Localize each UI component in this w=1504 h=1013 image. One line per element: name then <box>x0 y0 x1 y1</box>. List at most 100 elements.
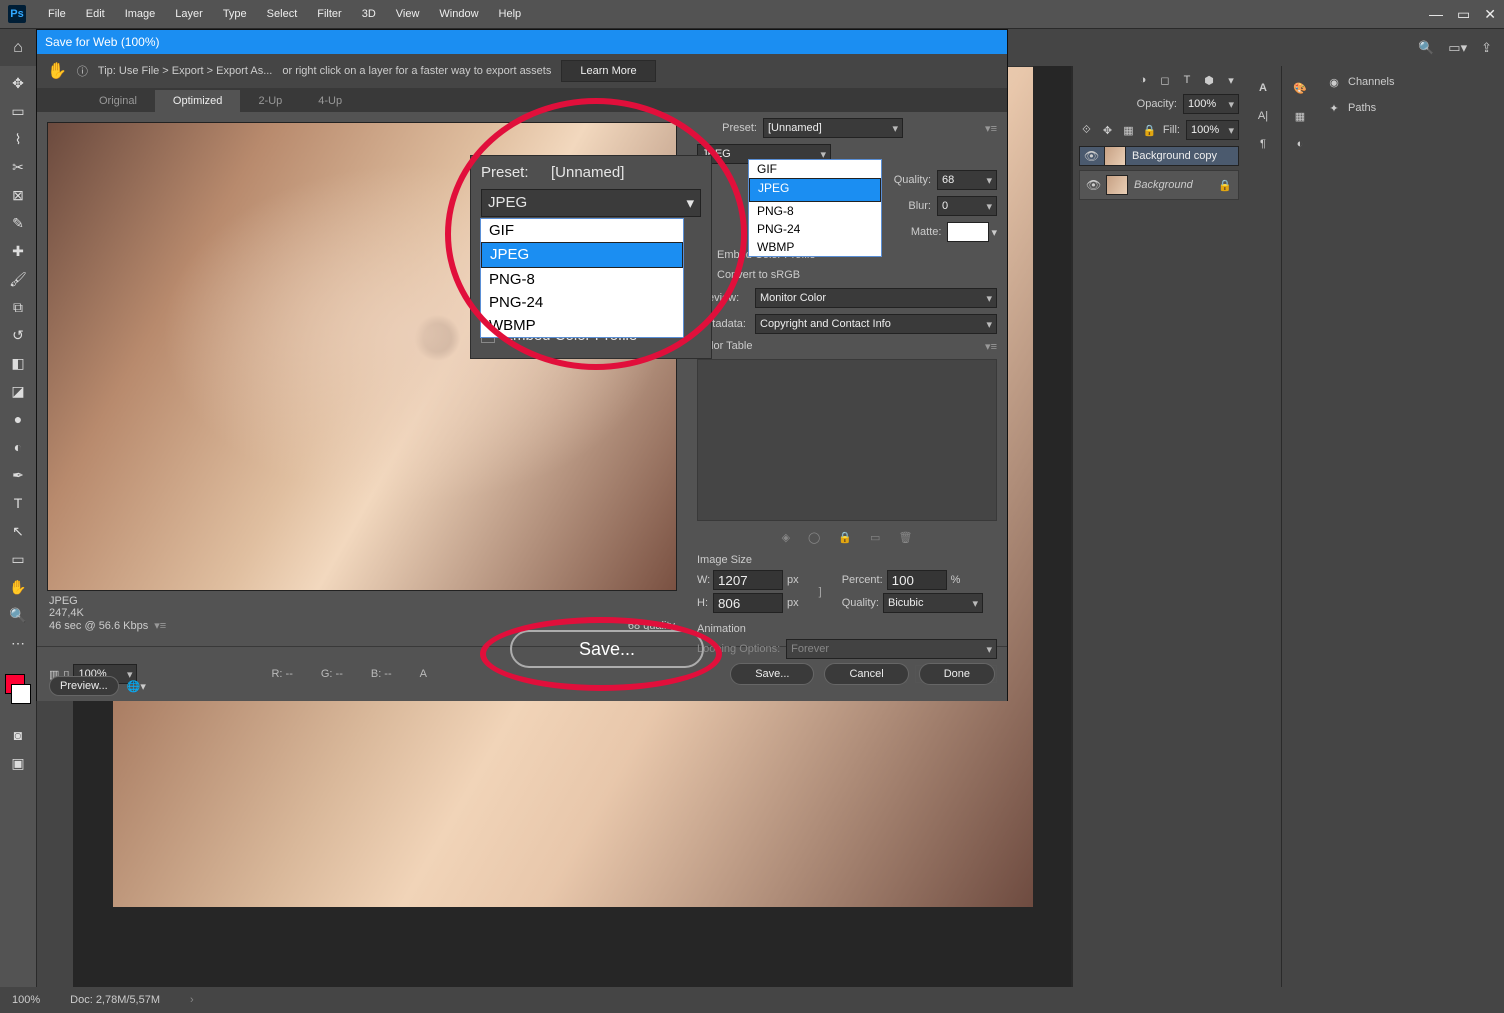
type-opts-icon[interactable]: T <box>1179 72 1195 88</box>
pixel-lock-icon[interactable]: ▦ <box>1121 122 1136 138</box>
menu-type[interactable]: Type <box>213 8 257 20</box>
channels-icon[interactable]: ◉ <box>1326 74 1342 90</box>
inset-format-option[interactable]: PNG-24 <box>481 291 683 314</box>
format-option[interactable]: GIF <box>749 160 881 178</box>
inset-format-option[interactable]: WBMP <box>481 314 683 337</box>
resample-select[interactable]: Bicubic▾ <box>883 593 983 613</box>
menu-file[interactable]: File <box>38 8 76 20</box>
arrange-icon[interactable]: ▭▾ <box>1448 40 1467 56</box>
path-tool-icon[interactable]: ↖ <box>6 520 30 542</box>
paths-label[interactable]: Paths <box>1348 102 1376 114</box>
tab-optimized[interactable]: Optimized <box>155 90 241 112</box>
window-max-icon[interactable]: ▭ <box>1457 6 1470 23</box>
preview-mode-select[interactable]: Monitor Color▾ <box>755 288 997 308</box>
cancel-button[interactable]: Cancel <box>824 663 908 685</box>
ct-icon[interactable]: ◈ <box>782 531 790 544</box>
visibility-icon[interactable]: 👁 <box>1084 149 1098 163</box>
percent-input[interactable] <box>887 570 947 590</box>
marquee-tool-icon[interactable]: ▭ <box>6 100 30 122</box>
height-input[interactable] <box>713 593 783 613</box>
styles-panel-icon[interactable]: ◐ <box>1292 136 1308 152</box>
width-input[interactable] <box>713 570 783 590</box>
tab-4up[interactable]: 4-Up <box>300 90 360 112</box>
shape-tool-icon[interactable]: ▭ <box>6 548 30 570</box>
tab-original[interactable]: Original <box>81 90 155 112</box>
tab-2up[interactable]: 2-Up <box>240 90 300 112</box>
link-icon[interactable]: ⟐ <box>1079 122 1094 138</box>
quality-select[interactable]: 68▾ <box>937 170 997 190</box>
ct-trash-icon[interactable]: 🗑 <box>898 531 912 544</box>
menu-window[interactable]: Window <box>429 8 488 20</box>
learn-more-button[interactable]: Learn More <box>561 60 655 82</box>
type-tool-icon[interactable]: T <box>6 492 30 514</box>
share-icon[interactable]: ⇪ <box>1481 40 1492 56</box>
paths-icon[interactable]: ✦ <box>1326 100 1342 116</box>
hand-tool-icon[interactable]: ✋ <box>6 576 30 598</box>
char-panel-icon[interactable]: A <box>1255 80 1271 96</box>
blur-select[interactable]: 0▾ <box>937 196 997 216</box>
format-option[interactable]: JPEG <box>749 178 881 202</box>
para-panel-icon[interactable]: A| <box>1255 108 1271 124</box>
3d-opts-icon[interactable]: ⬢ <box>1201 72 1217 88</box>
opacity-select[interactable]: 100%▾ <box>1183 94 1239 114</box>
eraser-tool-icon[interactable]: ◧ <box>6 352 30 374</box>
brush-tool-icon[interactable]: 🖌 <box>6 268 30 290</box>
frame-tool-icon[interactable]: ⊠ <box>6 184 30 206</box>
inset-format-option[interactable]: JPEG <box>481 242 683 268</box>
ct-icon[interactable]: 🔒 <box>838 531 852 544</box>
stamp-tool-icon[interactable]: ⧉ <box>6 296 30 318</box>
window-min-icon[interactable]: — <box>1429 6 1443 23</box>
more-opts-icon[interactable]: ▾ <box>1223 72 1239 88</box>
lock-icon[interactable]: 🔒 <box>1142 122 1157 138</box>
color-panel-icon[interactable]: 🎨 <box>1292 80 1308 96</box>
ct-icon[interactable]: ▭ <box>870 531 880 544</box>
crop-tool-icon[interactable]: ✂ <box>6 156 30 178</box>
save-button[interactable]: Save... <box>730 663 814 685</box>
zoom-tool-icon[interactable]: 🔍 <box>6 604 30 626</box>
move-tool-icon[interactable]: ✥ <box>6 72 30 94</box>
heal-tool-icon[interactable]: ✚ <box>6 240 30 262</box>
menu-view[interactable]: View <box>386 8 430 20</box>
lasso-tool-icon[interactable]: ⌇ <box>6 128 30 150</box>
eyedropper-tool-icon[interactable]: ✎ <box>6 212 30 234</box>
browser-icon[interactable]: 🌐▾ <box>127 680 146 693</box>
colortable-menu-icon[interactable]: ▾≡ <box>985 340 997 353</box>
menu-3d[interactable]: 3D <box>352 8 386 20</box>
quickmask-icon[interactable]: ◙ <box>6 724 30 746</box>
swatches-panel-icon[interactable]: ▦ <box>1292 108 1308 124</box>
matte-swatch[interactable] <box>947 222 989 242</box>
link-dims-icon[interactable]: ] <box>819 586 822 598</box>
menu-image[interactable]: Image <box>115 8 166 20</box>
menu-layer[interactable]: Layer <box>165 8 213 20</box>
mask-icon[interactable]: ◻ <box>1157 72 1173 88</box>
stats-menu-icon[interactable]: ▾≡ <box>154 619 166 632</box>
background-swatch[interactable] <box>11 684 31 704</box>
layer-row[interactable]: 👁 Background 🔒 <box>1079 170 1239 200</box>
more-tools-icon[interactable]: ⋯ <box>6 632 30 654</box>
metadata-select[interactable]: Copyright and Contact Info▾ <box>755 314 997 334</box>
status-arrow-icon[interactable]: › <box>190 994 194 1006</box>
menu-help[interactable]: Help <box>489 8 532 20</box>
adjust-icon[interactable]: ◑ <box>1135 72 1151 88</box>
inset-format-select[interactable]: JPEG▾ <box>481 189 701 217</box>
ct-icon[interactable]: ◯ <box>808 531 820 544</box>
screenmode-icon[interactable]: ▣ <box>6 752 30 774</box>
pen-tool-icon[interactable]: ✒ <box>6 464 30 486</box>
visibility-icon[interactable]: 👁 <box>1086 178 1100 192</box>
inset-format-option[interactable]: GIF <box>481 219 683 242</box>
big-save-button[interactable]: Save... <box>510 630 704 668</box>
home-icon[interactable]: ⌂ <box>0 32 36 64</box>
search-icon[interactable]: 🔍 <box>1418 40 1434 56</box>
blur-tool-icon[interactable]: ● <box>6 408 30 430</box>
glyph-panel-icon[interactable]: ¶ <box>1255 136 1271 152</box>
preview-button[interactable]: Preview... <box>49 676 119 696</box>
gradient-tool-icon[interactable]: ◪ <box>6 380 30 402</box>
move-lock-icon[interactable]: ✥ <box>1100 122 1115 138</box>
menu-filter[interactable]: Filter <box>307 8 351 20</box>
window-close-icon[interactable]: ✕ <box>1484 6 1496 23</box>
format-option[interactable]: WBMP <box>749 238 881 256</box>
history-brush-icon[interactable]: ↺ <box>6 324 30 346</box>
fill-select[interactable]: 100%▾ <box>1186 120 1239 140</box>
format-option[interactable]: PNG-8 <box>749 202 881 220</box>
menu-edit[interactable]: Edit <box>76 8 115 20</box>
